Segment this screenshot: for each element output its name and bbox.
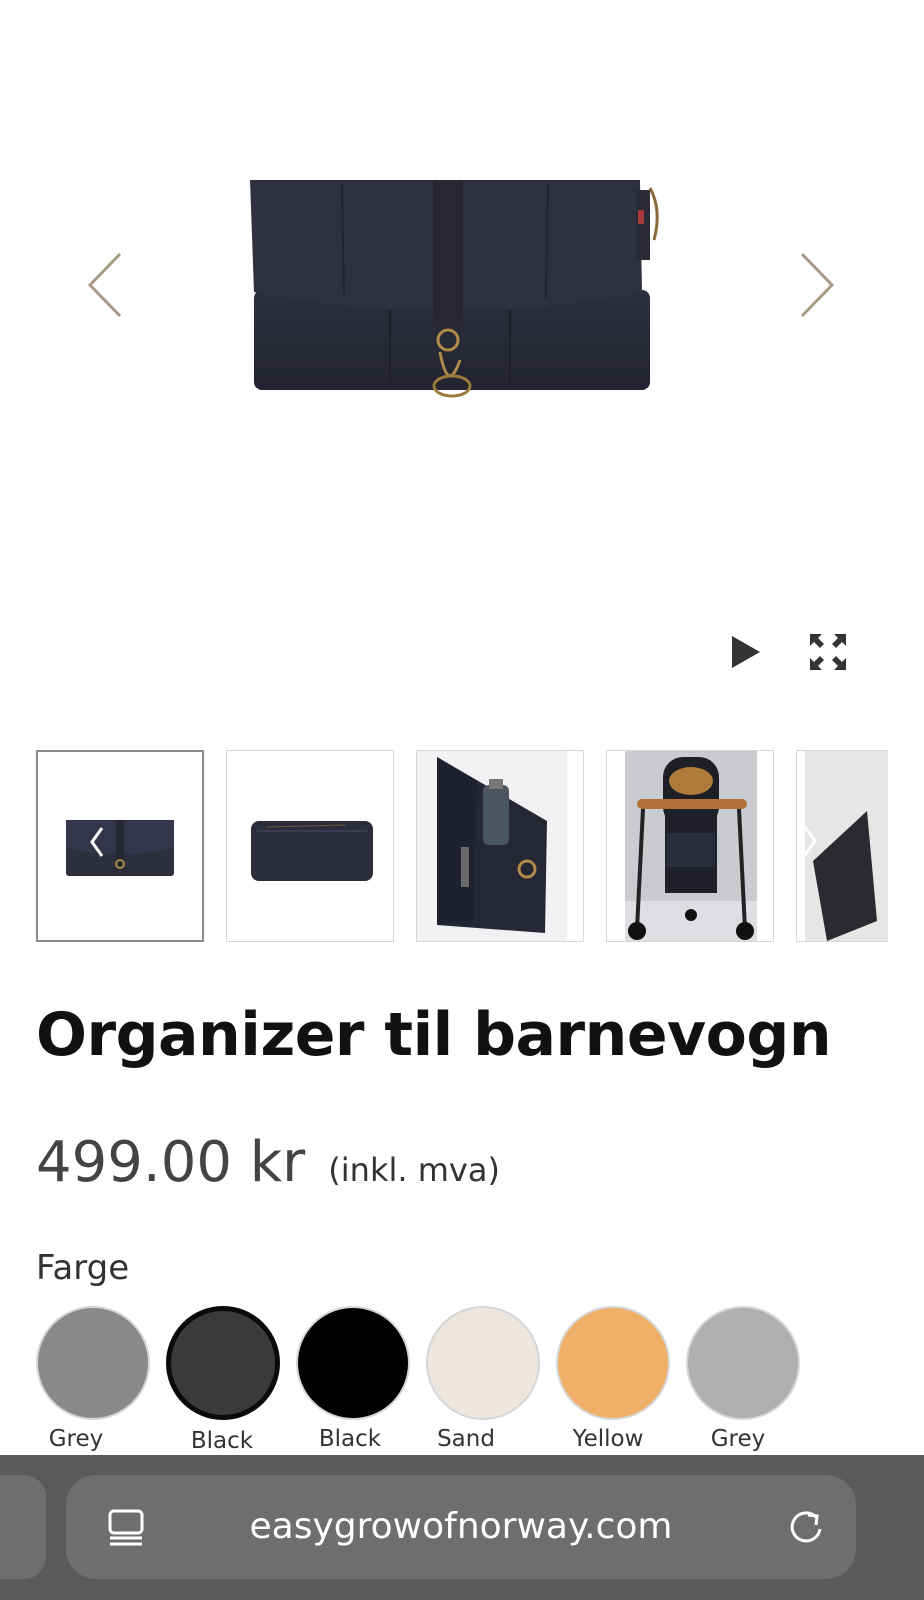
product-title: Organizer til barnevogn <box>36 1000 832 1070</box>
thumbnail-strip <box>36 750 888 946</box>
color-swatch-black-selected[interactable]: Black <box>166 1304 284 1454</box>
thumbnail-5[interactable] <box>796 750 888 942</box>
thumbnail-1[interactable] <box>36 750 204 942</box>
swatch-dot <box>166 1306 280 1420</box>
color-swatch-sand[interactable]: Sand <box>426 1304 544 1454</box>
swatch-label: Grey <box>48 1426 104 1452</box>
chevron-left-icon[interactable] <box>82 250 132 320</box>
thumbnail-4[interactable] <box>606 750 774 942</box>
address-bar[interactable]: easygrowofnorway.com <box>66 1475 856 1579</box>
color-swatches: Grey Black Black Sand Yellow Grey <box>36 1304 896 1454</box>
thumbnail-3[interactable] <box>416 750 584 942</box>
swatch-label: Yellow <box>572 1426 644 1452</box>
browser-bottom-bar: easygrowofnorway.com <box>0 1455 924 1600</box>
price-row: 499.00 kr (inkl. mva) <box>36 1130 500 1195</box>
swatch-dot <box>426 1306 540 1420</box>
swatch-label: Black <box>190 1428 254 1454</box>
chevron-right-icon[interactable] <box>790 250 840 320</box>
product-main-image[interactable] <box>250 180 670 405</box>
swatch-dot <box>296 1306 410 1420</box>
color-swatch-grey[interactable]: Grey <box>36 1304 154 1454</box>
swatch-label: Black <box>318 1426 382 1452</box>
color-swatch-black[interactable]: Black <box>296 1304 414 1454</box>
swatch-dot <box>556 1306 670 1420</box>
url-text[interactable]: easygrowofnorway.com <box>66 1475 856 1579</box>
swatch-dot <box>36 1306 150 1420</box>
vat-note: (inkl. mva) <box>328 1151 500 1189</box>
thumbnail-2[interactable] <box>226 750 394 942</box>
color-label: Farge <box>36 1248 130 1288</box>
swatch-label: Grey <box>710 1426 766 1452</box>
previous-tab[interactable] <box>0 1475 46 1579</box>
product-price: 499.00 kr <box>36 1130 306 1195</box>
swatch-label: Sand <box>437 1426 495 1452</box>
play-icon[interactable] <box>722 630 766 674</box>
color-swatch-yellow[interactable]: Yellow <box>556 1304 674 1454</box>
product-gallery <box>0 0 924 720</box>
reload-icon[interactable] <box>786 1507 826 1547</box>
reader-mode-icon[interactable] <box>106 1507 146 1547</box>
expand-icon[interactable] <box>806 630 850 674</box>
swatch-dot <box>686 1306 800 1420</box>
color-swatch-grey-light[interactable]: Grey <box>686 1304 804 1454</box>
